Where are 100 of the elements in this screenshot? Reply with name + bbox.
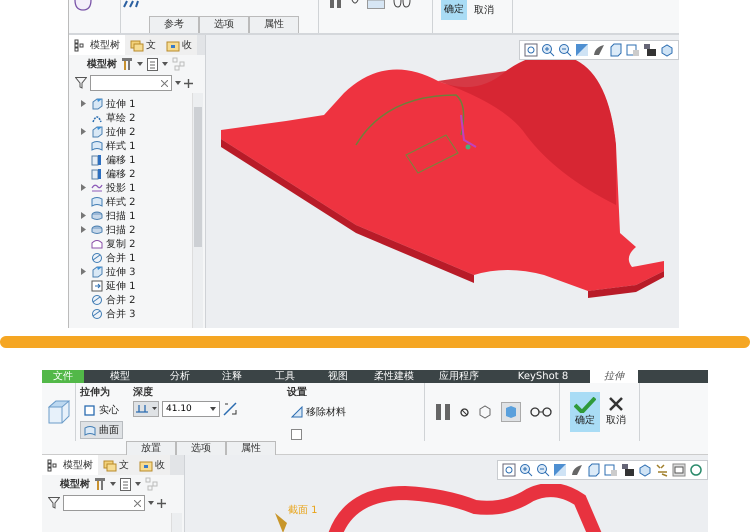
- expand-arrow-icon[interactable]: [81, 268, 86, 274]
- pause-icon[interactable]: [329, 0, 343, 8]
- search-field[interactable]: [63, 495, 145, 511]
- tree-title: 模型树: [60, 478, 90, 491]
- tree-item[interactable]: 延伸 1: [69, 279, 205, 293]
- tree-item[interactable]: 拉伸 2: [69, 125, 205, 139]
- filter-icon[interactable]: [75, 77, 87, 89]
- zoom-out-icon[interactable]: [558, 43, 572, 57]
- tree-item[interactable]: 复制 2: [69, 237, 205, 251]
- square-icon[interactable]: [575, 43, 589, 57]
- clear-icon[interactable]: [161, 80, 168, 86]
- panel-tab[interactable]: 文: [98, 455, 134, 475]
- ribbon-tab[interactable]: 选项: [199, 16, 249, 33]
- tree-item[interactable]: 样式 2: [69, 195, 205, 209]
- group-label: 设置: [287, 386, 308, 399]
- zoom-out-icon[interactable]: [536, 463, 550, 477]
- glasses-icon[interactable]: [530, 407, 552, 417]
- list-icon[interactable]: [147, 58, 158, 70]
- filter-icon[interactable]: [48, 497, 60, 509]
- plus-icon[interactable]: [184, 78, 193, 88]
- panel-tab[interactable]: 收: [134, 455, 170, 475]
- scrollbar[interactable]: [192, 93, 203, 328]
- menu-tab[interactable]: 工具: [260, 370, 310, 383]
- zoom-to-fit-icon[interactable]: [524, 43, 538, 57]
- ribbon-tab[interactable]: 选项: [176, 441, 226, 455]
- menu-tab[interactable]: 柔性建模: [366, 370, 422, 383]
- tree-item[interactable]: 拉伸 3: [69, 265, 205, 279]
- tools-icon[interactable]: [121, 57, 133, 71]
- wireframe-icon[interactable]: [478, 405, 492, 419]
- tree-item[interactable]: 合并 1: [69, 251, 205, 265]
- scrollbar[interactable]: [171, 513, 182, 532]
- panel-tab[interactable]: 模型树: [69, 35, 125, 55]
- zoom-in-icon[interactable]: [541, 43, 555, 57]
- tools-icon[interactable]: [94, 477, 106, 491]
- depth-type-icon[interactable]: [133, 401, 159, 417]
- surface-icon: [91, 196, 103, 208]
- dropdown-arrow-icon[interactable]: [162, 62, 168, 66]
- group-label: 拉伸为: [80, 386, 111, 399]
- menu-tab[interactable]: 注释: [204, 370, 260, 383]
- shaded-shape-icon[interactable]: [592, 43, 606, 57]
- ribbon-tab[interactable]: 属性: [249, 16, 299, 33]
- tree-item[interactable]: 扫描 1: [69, 209, 205, 223]
- dropdown-arrow-icon[interactable]: [148, 501, 154, 505]
- cube-icon: [91, 266, 103, 278]
- panel-tab[interactable]: 收: [161, 35, 197, 55]
- panel-tab[interactable]: 文: [125, 35, 161, 55]
- tree-item[interactable]: 投影 1: [69, 181, 205, 195]
- option-button[interactable]: 曲面: [80, 421, 123, 439]
- flip-direction-icon[interactable]: [223, 402, 237, 416]
- menu-tab[interactable]: 分析: [156, 370, 204, 383]
- dropdown-arrow-icon[interactable]: [137, 62, 143, 66]
- depth-field[interactable]: 41.10: [162, 401, 220, 417]
- layers-icon[interactable]: [626, 43, 640, 57]
- clear-icon[interactable]: [134, 500, 141, 506]
- square-icon[interactable]: [553, 463, 567, 477]
- expand-arrow-icon[interactable]: [81, 100, 86, 106]
- panel-tab[interactable]: 模型树: [42, 455, 98, 475]
- dropdown-arrow-icon[interactable]: [135, 482, 141, 486]
- zoom-in-icon[interactable]: [519, 463, 533, 477]
- tree-item[interactable]: 偏移 1: [69, 153, 205, 167]
- expand-arrow-icon[interactable]: [81, 184, 86, 190]
- ok-button[interactable]: 确定: [570, 392, 600, 432]
- expand-arrow-icon[interactable]: [81, 128, 86, 134]
- zoom-to-fit-icon[interactable]: [502, 463, 516, 477]
- glasses-icon[interactable]: [393, 0, 411, 8]
- dropdown-arrow-icon[interactable]: [110, 482, 116, 486]
- tree-item[interactable]: 扫描 2: [69, 223, 205, 237]
- box-icon[interactable]: [587, 463, 601, 477]
- checkbox[interactable]: [291, 429, 302, 440]
- dropdown-arrow-icon[interactable]: [210, 407, 216, 411]
- layers-icon[interactable]: [604, 463, 618, 477]
- search-field[interactable]: [90, 75, 172, 91]
- menu-tab[interactable]: 视图: [310, 370, 366, 383]
- ribbon-tab[interactable]: 参考: [149, 16, 199, 33]
- tree-item[interactable]: 样式 1: [69, 139, 205, 153]
- menu-tab[interactable]: 应用程序: [422, 370, 496, 383]
- menu-tab[interactable]: KeyShot 8: [496, 370, 590, 383]
- shaded-shape-icon[interactable]: [570, 463, 584, 477]
- display-toggle-icon[interactable]: [672, 463, 686, 477]
- cancel-button[interactable]: 取消: [603, 392, 629, 432]
- ok-button[interactable]: 确定: [441, 0, 467, 20]
- dropdown-arrow-icon[interactable]: [175, 81, 181, 85]
- tree-item[interactable]: 偏移 2: [69, 167, 205, 181]
- tree-item[interactable]: 合并 3: [69, 307, 205, 321]
- ribbon-tab[interactable]: 属性: [226, 441, 276, 455]
- cancel-button[interactable]: 取消: [471, 0, 497, 20]
- menu-tab[interactable]: 模型: [84, 370, 156, 383]
- menu-tab[interactable]: 拉伸: [590, 370, 638, 383]
- view-cube-icon[interactable]: [638, 463, 652, 477]
- plus-icon[interactable]: [157, 498, 166, 508]
- tree-item[interactable]: 拉伸 1: [69, 97, 205, 111]
- remove-material-button[interactable]: 移除材料: [287, 403, 350, 421]
- tree-item[interactable]: 草绘 2: [69, 111, 205, 125]
- pause-icon[interactable]: [435, 404, 451, 420]
- box-icon[interactable]: [609, 43, 623, 57]
- tree-item[interactable]: 合并 2: [69, 293, 205, 307]
- ribbon-tab[interactable]: 放置: [126, 441, 176, 455]
- option-button[interactable]: 实心: [80, 401, 123, 419]
- list-icon[interactable]: [120, 478, 131, 490]
- view-cube-icon[interactable]: [660, 43, 674, 57]
